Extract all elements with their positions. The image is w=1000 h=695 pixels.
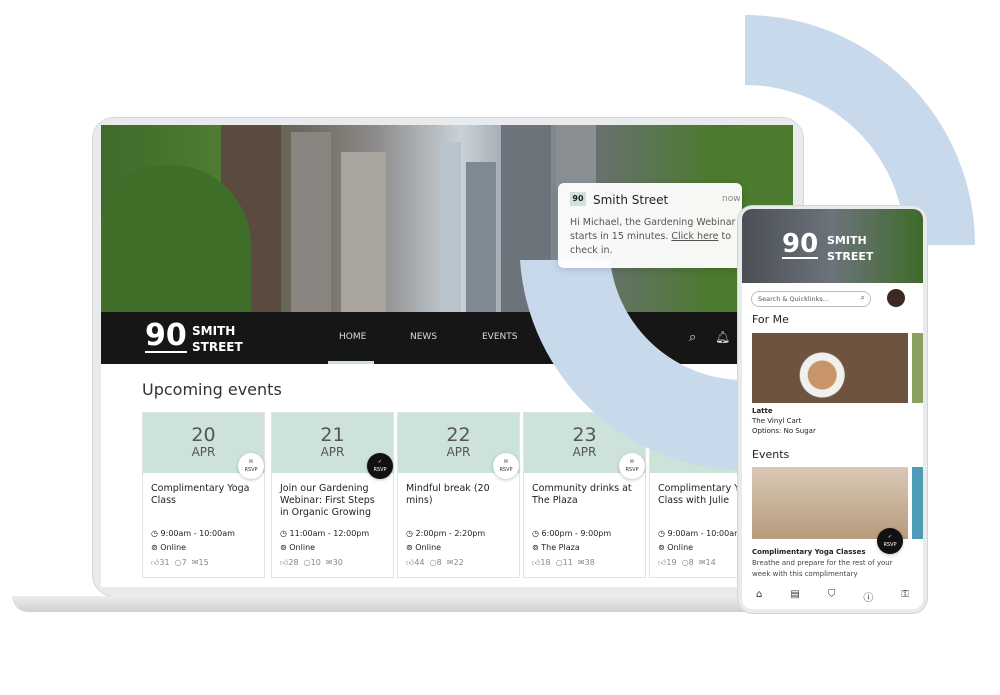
events-title: Events bbox=[752, 448, 790, 461]
check-in-link[interactable]: Click here bbox=[671, 231, 718, 242]
shop-icon[interactable]: ⛉ bbox=[828, 589, 836, 604]
avatar[interactable] bbox=[887, 289, 905, 307]
logo-number: 90 bbox=[782, 229, 819, 259]
key-icon[interactable]: ⚿ bbox=[901, 589, 909, 604]
phone-screen: 90 SMITH STREET Search & Quicklinks... ⌕ F… bbox=[742, 209, 923, 609]
logo-text: SMITH STREET bbox=[827, 234, 874, 263]
latte-image[interactable] bbox=[752, 333, 908, 403]
search-icon: ⌕ bbox=[860, 293, 865, 302]
search-input[interactable]: Search & Quicklinks... ⌕ bbox=[751, 291, 871, 307]
notification-toast[interactable]: 90 Smith Street now Hi Michael, the Gard… bbox=[558, 183, 742, 268]
bottom-tab-bar: ⌂ ▤ ⛉ ⓘ ⚿ bbox=[742, 589, 923, 604]
notification-app: Smith Street bbox=[593, 193, 669, 207]
notification-body: Hi Michael, the Gardening Webinar starts… bbox=[570, 217, 736, 256]
phone-header-image: 90 SMITH STREET bbox=[742, 209, 923, 283]
for-me-item[interactable]: Latte The Vinyl Cart Options: No Sugar bbox=[752, 406, 816, 436]
info-icon[interactable]: ⓘ bbox=[863, 589, 873, 604]
for-me-title: For Me bbox=[752, 313, 789, 326]
news-icon[interactable]: ▤ bbox=[790, 589, 799, 604]
home-icon[interactable]: ⌂ bbox=[756, 589, 762, 604]
notification-time: now bbox=[722, 194, 741, 204]
event-item[interactable]: Complimentary Yoga Classes Breathe and pr… bbox=[752, 547, 912, 580]
app-badge: 90 bbox=[570, 192, 586, 206]
